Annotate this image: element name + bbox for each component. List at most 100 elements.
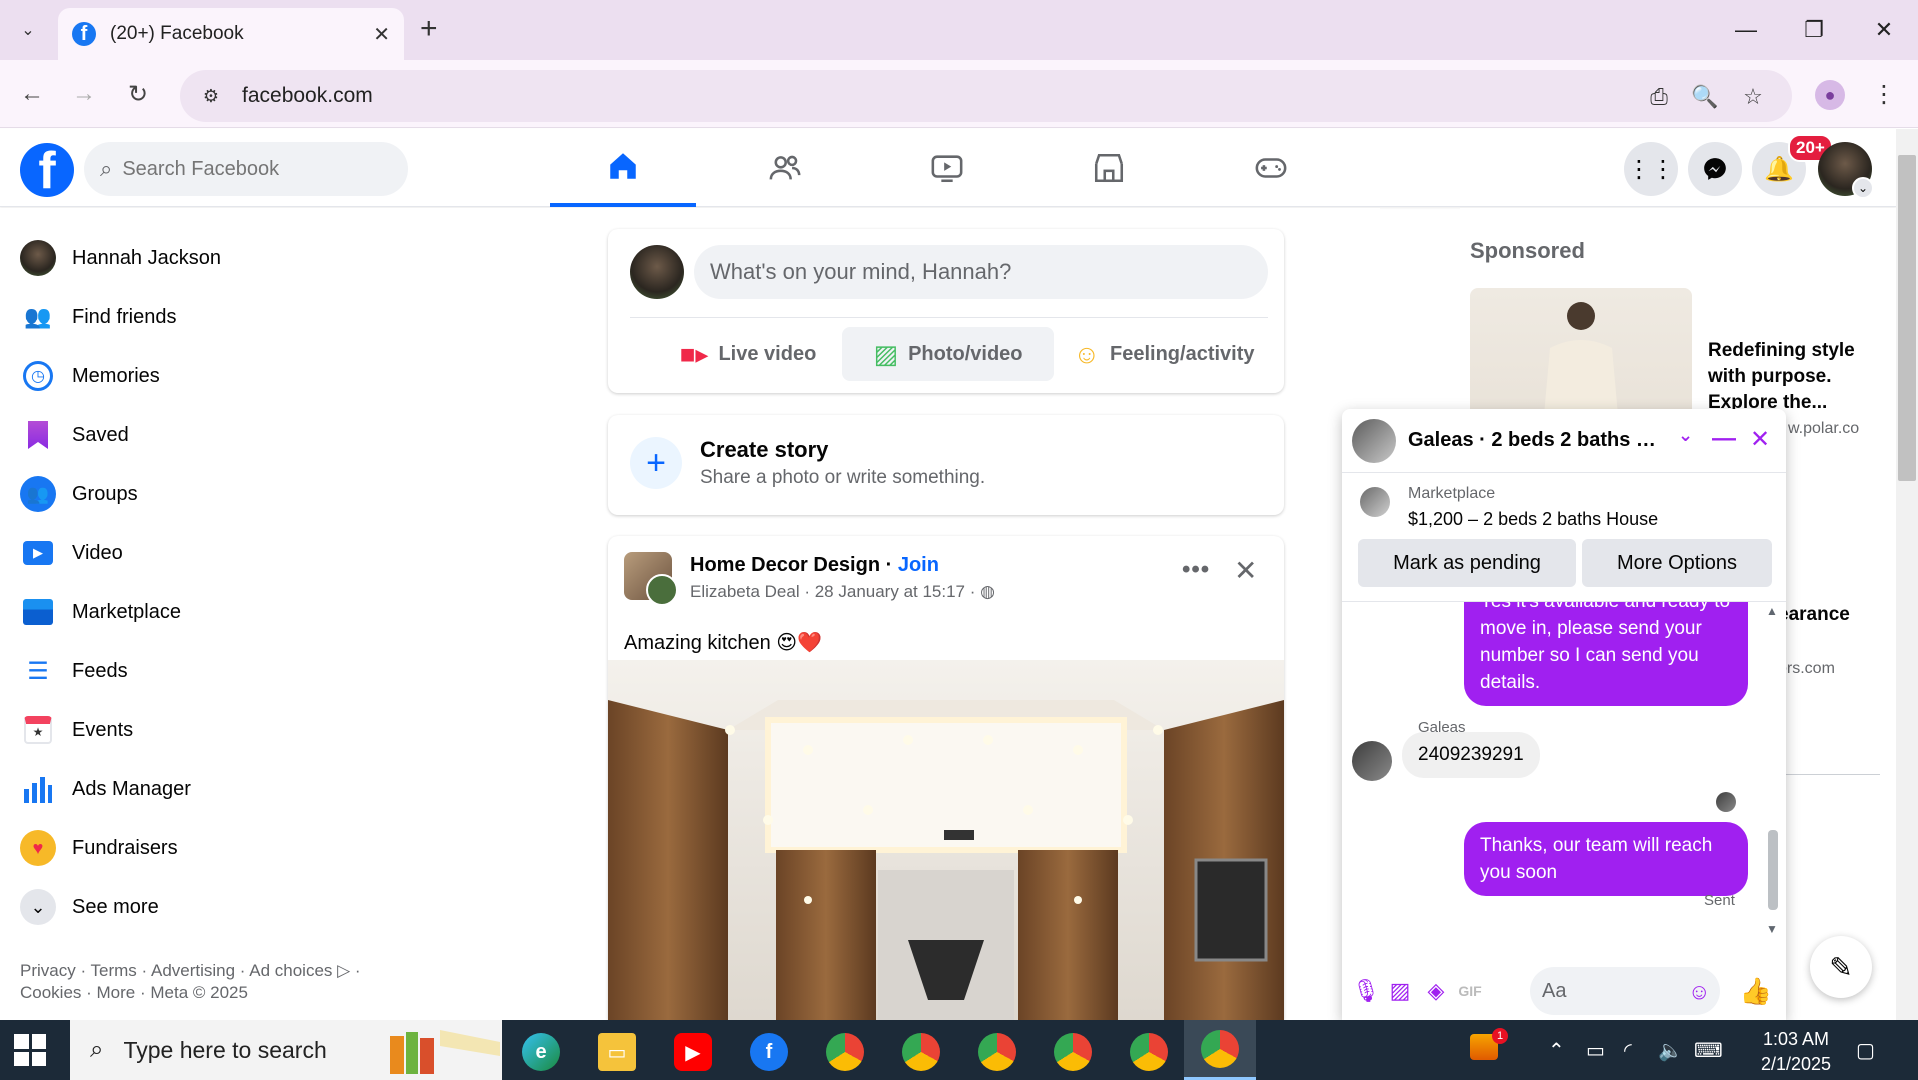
microphone-icon[interactable]: 🎙 (1350, 975, 1382, 1007)
new-tab-button[interactable]: + (420, 14, 438, 44)
more-options-icon[interactable]: ••• (1182, 556, 1210, 584)
show-hidden-icons-chevron-icon[interactable]: ⌃ (1548, 1038, 1565, 1063)
avatar[interactable] (1352, 741, 1392, 781)
tray-notification-app[interactable]: 1 (1470, 1028, 1508, 1064)
volume-icon[interactable]: 🔈 (1658, 1038, 1683, 1063)
mark-as-pending-button[interactable]: Mark as pending (1358, 539, 1576, 587)
sticker-icon[interactable]: ◈ (1420, 975, 1452, 1007)
sidebar-item-memories[interactable]: ◷ Memories (20, 351, 160, 401)
post-image[interactable] (608, 660, 1284, 1020)
sidebar-item-marketplace[interactable]: Marketplace (20, 587, 181, 637)
sidebar-item-profile[interactable]: Hannah Jackson (20, 233, 221, 283)
page-name-link[interactable]: Home Decor Design (690, 554, 880, 576)
close-chat-icon[interactable]: ✕ (1750, 425, 1770, 454)
more-options-button[interactable]: More Options (1582, 539, 1772, 587)
new-message-button[interactable]: ✎ (1810, 936, 1872, 998)
chat-title[interactable]: Galeas · 2 beds 2 baths Ho... (1408, 429, 1668, 452)
facebook-search-input[interactable] (122, 157, 363, 181)
taskbar-chrome-1[interactable] (816, 1028, 874, 1076)
page-scrollbar-thumb[interactable] (1898, 155, 1916, 481)
taskbar-facebook[interactable]: f (740, 1028, 798, 1076)
tab-gaming[interactable] (1198, 129, 1344, 207)
taskbar-chrome-3[interactable] (968, 1028, 1026, 1076)
sidebar-item-groups[interactable]: 👥 Groups (20, 469, 138, 519)
menu-grid-icon[interactable]: ⋮⋮ (1624, 142, 1678, 196)
chat-header[interactable]: Galeas · 2 beds 2 baths Ho... ⌄ — ✕ (1342, 409, 1786, 473)
emoji-icon[interactable]: ☺ (1688, 979, 1710, 1005)
bookmark-star-icon[interactable]: ☆ (1738, 82, 1768, 112)
sidebar-item-find-friends[interactable]: 👥 Find friends (20, 292, 176, 342)
site-info-icon[interactable]: ⚙ (198, 83, 224, 109)
keyboard-icon[interactable]: ⌨ (1694, 1038, 1723, 1063)
reload-button[interactable]: ↻ (120, 76, 156, 112)
close-icon[interactable]: ✕ (1234, 554, 1257, 587)
thumbs-up-icon[interactable]: 👍 (1740, 975, 1772, 1007)
post-author-time[interactable]: Elizabeta Deal · 28 January at 15:17 · (690, 582, 975, 601)
scroll-down-icon[interactable]: ▼ (1766, 922, 1778, 936)
avatar[interactable] (1352, 419, 1396, 463)
taskbar-chrome-4[interactable] (1044, 1028, 1102, 1076)
ad-url[interactable]: w.polar.co (1788, 420, 1859, 438)
listing-thumbnail[interactable] (1360, 487, 1390, 517)
gif-icon[interactable]: GIF (1454, 975, 1486, 1007)
address-bar[interactable]: ⚙ facebook.com ⎙ 🔍 ☆ (180, 70, 1792, 122)
taskbar-chrome-2[interactable] (892, 1028, 950, 1076)
taskbar-clock[interactable]: 1:03 AM 2/1/2025 (1740, 1027, 1852, 1077)
minimize-window-button[interactable]: — (1718, 10, 1774, 50)
tab-home[interactable] (550, 129, 696, 207)
forward-button[interactable]: → (66, 76, 102, 112)
ad2-headline[interactable]: earance (1778, 604, 1850, 626)
browser-menu-icon[interactable]: ⋮ (1872, 80, 1896, 109)
minimize-chat-icon[interactable]: — (1712, 425, 1736, 453)
chat-messages[interactable]: Yes it's available and ready to move in,… (1342, 601, 1786, 941)
taskbar-file-explorer[interactable]: ▭ (588, 1028, 646, 1076)
plus-icon[interactable]: + (630, 437, 682, 489)
scroll-up-icon[interactable]: ▲ (1766, 604, 1778, 618)
browser-tab[interactable]: f (20+) Facebook ✕ (58, 8, 404, 60)
action-center-icon[interactable]: ▢ (1856, 1038, 1875, 1063)
chat-scrollbar[interactable]: ▲ ▼ (1762, 602, 1784, 941)
author-avatar[interactable] (646, 574, 678, 606)
sidebar-footer-links[interactable]: Privacy · Terms · Advertising · Ad choic… (20, 960, 460, 1004)
install-app-icon[interactable]: ⎙ (1644, 82, 1674, 112)
join-button[interactable]: Join (898, 554, 939, 576)
search-highlight-widget[interactable] (390, 1026, 502, 1074)
photo-video-button[interactable]: ▨ Photo/video (842, 327, 1054, 381)
feeling-activity-button[interactable]: ☺ Feeling/activity (1054, 327, 1274, 381)
chat-scrollbar-thumb[interactable] (1768, 830, 1778, 910)
live-video-button[interactable]: ■▸ Live video (648, 327, 848, 381)
browser-profile-icon[interactable]: ● (1815, 80, 1845, 110)
close-tab-icon[interactable]: ✕ (373, 22, 390, 47)
taskbar-chrome-active[interactable] (1184, 1020, 1256, 1080)
close-window-button[interactable]: ✕ (1856, 10, 1912, 50)
tab-search-dropdown[interactable]: ⌄ (10, 12, 46, 48)
sidebar-item-video[interactable]: ▶ Video (20, 528, 123, 578)
facebook-logo-icon[interactable]: f (20, 143, 74, 197)
taskbar-edge[interactable]: e (512, 1028, 570, 1076)
ad2-url[interactable]: ors.com (1778, 660, 1835, 678)
taskbar-youtube[interactable]: ▶ (664, 1028, 722, 1076)
messenger-icon[interactable] (1688, 142, 1742, 196)
footer-line-2[interactable]: Cookies · More · Meta © 2025 (20, 982, 460, 1004)
battery-icon[interactable]: ▭ (1586, 1038, 1605, 1063)
sidebar-item-events[interactable]: ★ Events (20, 705, 133, 755)
sidebar-item-fundraisers[interactable]: ♥ Fundraisers (20, 823, 178, 873)
tab-friends[interactable] (712, 129, 858, 207)
composer-input[interactable]: What's on your mind, Hannah? (694, 245, 1268, 299)
listing-title[interactable]: $1,200 – 2 beds 2 baths House (1408, 509, 1658, 530)
tab-marketplace[interactable] (1036, 129, 1182, 207)
sidebar-item-saved[interactable]: Saved (20, 410, 129, 460)
avatar[interactable] (630, 245, 684, 299)
restore-window-button[interactable]: ❐ (1786, 10, 1842, 50)
sidebar-see-more[interactable]: ⌄ See more (20, 882, 159, 932)
windows-start-icon[interactable] (14, 1034, 46, 1066)
sidebar-item-feeds[interactable]: ☰ Feeds (20, 646, 127, 696)
tab-video[interactable] (874, 129, 1020, 207)
sidebar-item-ads-manager[interactable]: Ads Manager (20, 764, 191, 814)
back-button[interactable]: ← (14, 76, 50, 112)
account-chevron-icon[interactable]: ⌄ (1852, 177, 1874, 199)
photo-icon[interactable]: ▨ (1384, 975, 1416, 1007)
create-story-card[interactable]: + Create story Share a photo or write so… (608, 415, 1284, 515)
facebook-search-box[interactable]: ⌕ (84, 142, 408, 196)
footer-line-1[interactable]: Privacy · Terms · Advertising · Ad choic… (20, 960, 460, 982)
